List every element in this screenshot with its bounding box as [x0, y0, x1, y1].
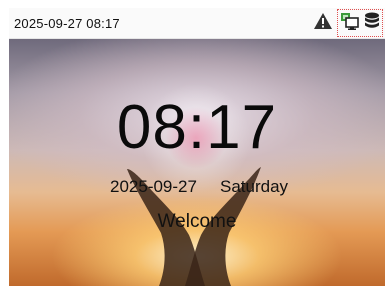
welcome-message: Welcome — [157, 211, 237, 232]
device-screen: 2025-09-27 08:17 08:17 2025-09-27 Saturd… — [9, 8, 385, 286]
date-text: 2025-09-27 — [110, 177, 197, 196]
connection-status-group[interactable] — [337, 9, 383, 37]
hands-silhouette — [127, 167, 261, 286]
wallpaper-background: 08:17 2025-09-27 Saturday Welcome — [9, 39, 385, 286]
warning-icon[interactable] — [313, 12, 333, 35]
weekday-text: Saturday — [220, 177, 289, 196]
status-bar: 2025-09-27 08:17 — [9, 8, 385, 39]
network-icon — [340, 12, 360, 35]
status-datetime: 2025-09-27 08:17 — [14, 15, 120, 31]
status-icons — [313, 9, 385, 37]
database-icon — [364, 12, 380, 35]
clock-time: 08:17 — [116, 93, 278, 162]
